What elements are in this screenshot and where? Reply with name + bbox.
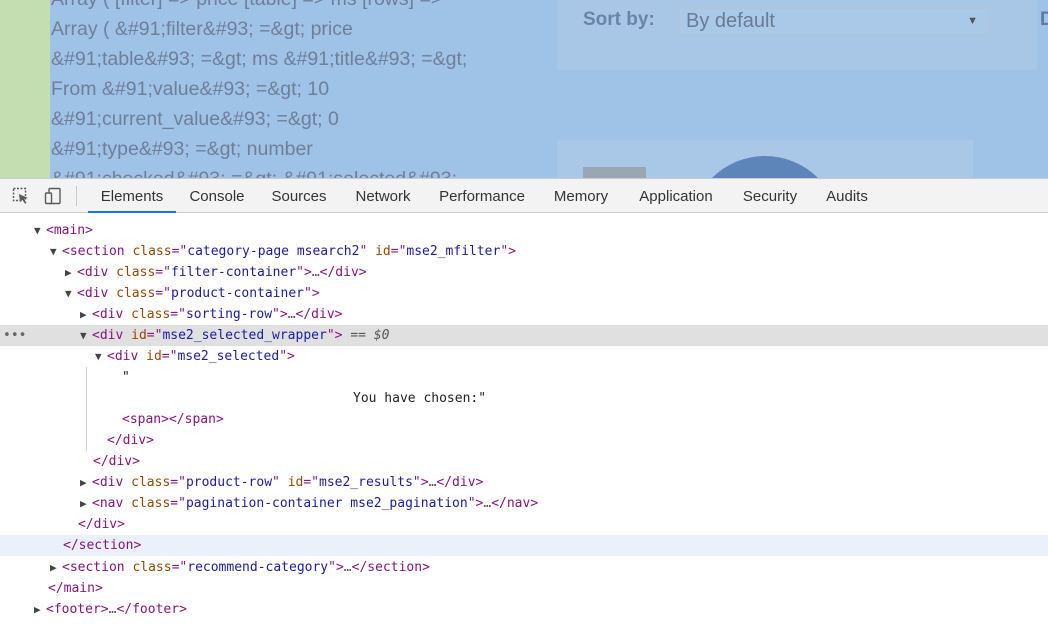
dom-node-main[interactable]: ▼ <main> [0,220,1048,241]
tag-name: section [69,244,125,259]
collapsed-triangle-icon[interactable]: ▶ [50,557,62,578]
tag-text: <main> [46,223,93,238]
tag-name: footer [53,602,101,617]
dom-close-tag[interactable]: </div> [0,514,1048,535]
tag-name: span [184,412,216,427]
dom-node-selected-wrapper[interactable]: ••• ▼ <div id="mse2_selected_wrapper"> == … [0,325,1048,346]
expanded-triangle-icon[interactable]: ▼ [95,346,107,367]
collapsed-triangle-icon[interactable]: ▶ [34,599,46,620]
dom-close-tag[interactable]: </div> [0,451,1048,472]
selected-node-marker: == $0 [350,328,390,343]
tab-network[interactable]: Network [342,179,424,212]
attr-id-value: mse2_results [319,475,413,490]
device-toolbar-icon[interactable] [44,187,62,205]
tag-name: span [129,412,162,427]
dropdown-arrow-icon: ▼ [967,15,978,27]
tab-performance[interactable]: Performance [426,179,538,212]
text-content: You have chosen:" [353,391,487,406]
product-badge [583,167,646,178]
collapsed-triangle-icon[interactable]: ▶ [80,493,92,514]
sort-select-value: By default [686,10,775,32]
dump-line: &#91;checked&#93; =&gt; &#91;selected&#9… [51,168,457,178]
tag-name: div [108,454,133,469]
devtools-panel: Elements Console Sources Network Perform… [0,178,1048,624]
expanded-triangle-icon[interactable]: ▼ [65,283,77,304]
dom-text-node[interactable]: You have chosen:" [0,388,1048,409]
tag-name: div [84,286,109,301]
expanded-triangle-icon[interactable]: ▼ [80,325,92,346]
tag-name: div [99,475,124,490]
dom-node-span[interactable]: <span></span> [0,409,1048,430]
tag-name: section [78,538,134,553]
dump-line: &#91;table&#93; =&gt; ms &#91;title&#93;… [51,48,468,70]
tag-name: main [63,581,95,596]
expanded-triangle-icon[interactable]: ▼ [50,241,62,262]
dom-node-footer[interactable]: ▶ <footer>…</footer> [0,599,1048,620]
expanded-triangle-icon[interactable]: ▼ [34,220,46,241]
dom-node-product-container[interactable]: ▼ <div class="product-container"> [0,283,1048,304]
tab-security[interactable]: Security [730,179,810,212]
collapsed-triangle-icon[interactable]: ▶ [80,472,92,493]
dom-node-pagination[interactable]: ▶ <nav class="pagination-container mse2_p… [0,493,1048,514]
dom-close-tag-section[interactable]: </section> [0,535,1048,556]
tab-memory[interactable]: Memory [540,179,622,212]
dump-line: &#91;type&#93; =&gt; number [51,138,313,160]
tag-name: div [84,265,109,280]
tree-indent-guide [86,367,87,451]
page-viewport: Array ( [filter] => price [table] => ms … [0,0,1048,178]
devtools-tabbar: Elements Console Sources Network Perform… [0,179,1048,213]
elements-dom-tree: ▼ <main> ▼ <section class="category-page m… [0,213,1048,624]
dom-node-filter-container[interactable]: ▶ <div class="filter-container">…</div> [0,262,1048,283]
collapsed-triangle-icon[interactable]: ▶ [80,304,92,325]
tab-sources[interactable]: Sources [258,179,340,212]
more-options-icon[interactable]: ••• [3,325,26,346]
tag-name: div [122,433,147,448]
attr-class-value: product-row [185,475,273,490]
tag-name: div [99,328,124,343]
dump-line: From &#91;value&#93; =&gt; 10 [51,78,330,100]
tab-console[interactable]: Console [178,179,256,212]
attr-class-value: filter-container [170,265,297,280]
dump-line: &#91;current_value&#93; =&gt; 0 [51,108,339,130]
dom-close-tag[interactable]: </div> [0,430,1048,451]
tabbar-separator [76,186,77,206]
attr-class-value: product-container [170,286,304,301]
tag-name: div [99,307,124,322]
attr-class-value: category-page msearch2 [187,244,360,259]
attr-class-value: pagination-container mse2_pagination [185,496,468,511]
tag-name: nav [99,496,124,511]
dump-line: Array ( &#91;filter&#93; =&gt; price [51,18,353,40]
dump-line: Array ( [filter] => price [table] => ms … [51,0,442,10]
dom-node-selected[interactable]: ▼ <div id="mse2_selected"> [0,346,1048,367]
sort-label: Sort by: [583,9,655,30]
tab-elements[interactable]: Elements [88,179,176,213]
tag-name: section [69,560,125,575]
tag-name: div [93,517,118,532]
text-quote: " [122,370,130,385]
inspect-element-icon[interactable] [12,187,30,205]
attr-id-value: mse2_mfilter [406,244,501,259]
dom-text-node[interactable]: " [0,367,1048,388]
tag-name: div [114,349,139,364]
attr-class-value: sorting-row [185,307,273,322]
tab-application[interactable]: Application [624,179,728,212]
green-highlight-strip [0,0,50,178]
attr-class-value: recommend-category [187,560,329,575]
dom-node-sorting-row[interactable]: ▶ <div class="sorting-row">…</div> [0,304,1048,325]
debug-dump-text: Array ( [filter] => price [table] => ms … [51,0,531,178]
tab-audits[interactable]: Audits [812,179,882,212]
sort-select[interactable]: By default ▼ [679,8,989,35]
collapsed-triangle-icon[interactable]: ▶ [65,262,77,283]
dom-node-recommend-category[interactable]: ▶ <section class="recommend-category">…</… [0,557,1048,578]
cut-off-label: D [1040,9,1048,30]
dom-node-product-row[interactable]: ▶ <div class="product-row" id="mse2_resul… [0,472,1048,493]
dom-node-section[interactable]: ▼ <section class="category-page msearch2"… [0,241,1048,262]
attr-id-value: mse2_selected [177,349,280,364]
attr-id-value: mse2_selected_wrapper [162,328,327,343]
dom-close-tag-main[interactable]: </main> [0,578,1048,599]
